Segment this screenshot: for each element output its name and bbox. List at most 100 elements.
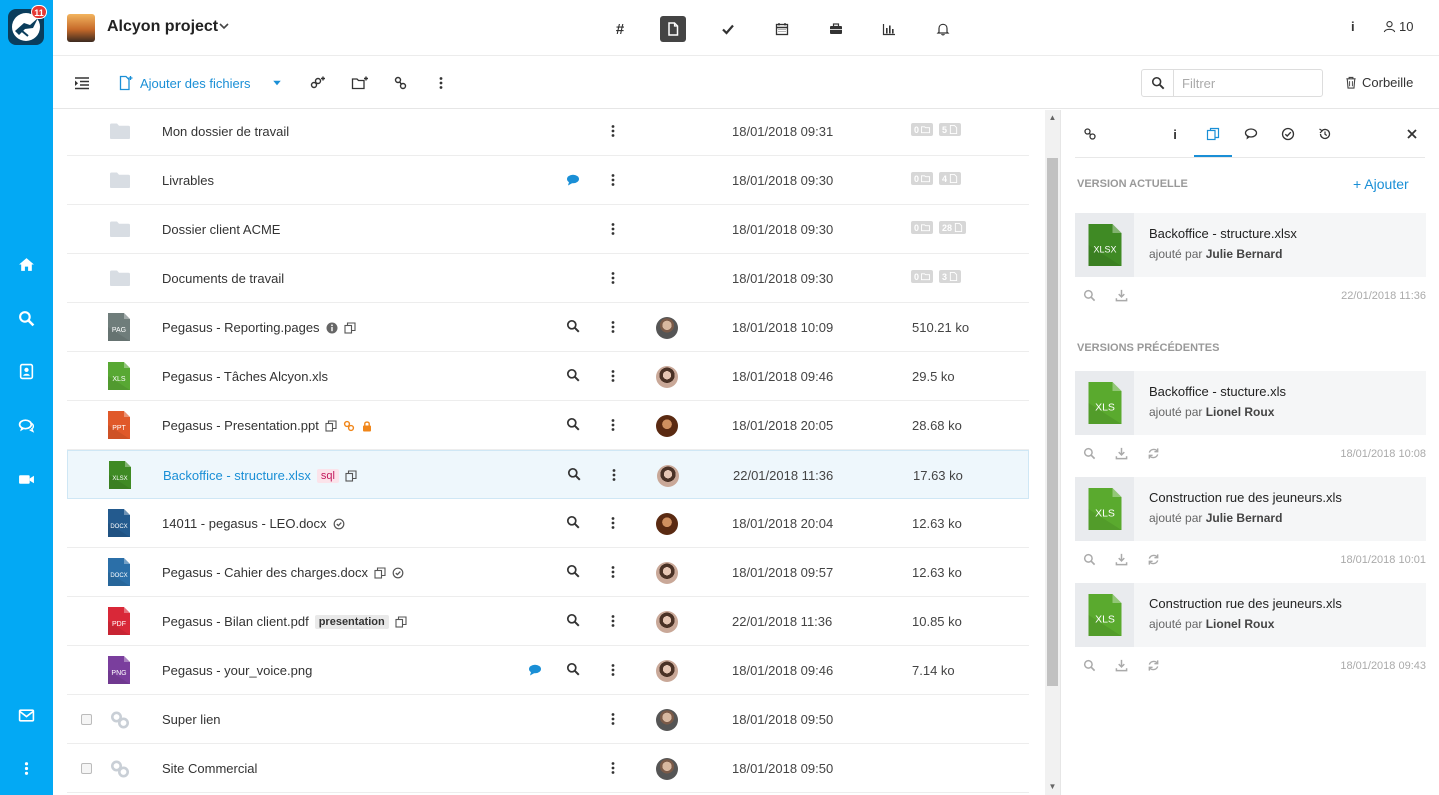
add-version-button[interactable]: + Ajouter — [1353, 176, 1409, 192]
version-file-name[interactable]: Backoffice - structure.xlsx — [1149, 226, 1297, 241]
file-name[interactable]: Livrables — [162, 173, 214, 188]
row-checkbox[interactable] — [81, 763, 92, 774]
file-row[interactable]: PAG Pegasus - Reporting.pages 18/01/2018 1… — [67, 303, 1029, 352]
row-menu-icon[interactable] — [605, 170, 621, 190]
add-files-dropdown[interactable] — [271, 73, 283, 93]
download-icon[interactable] — [1115, 553, 1129, 567]
info-circle-icon[interactable] — [326, 322, 338, 334]
versions-icon[interactable] — [374, 566, 386, 579]
file-name-text[interactable]: Pegasus - Tâches Alcyon.xls — [162, 369, 328, 384]
toggle-tree-button[interactable] — [74, 73, 90, 93]
download-icon[interactable] — [1115, 659, 1129, 673]
file-name[interactable]: Backoffice - structure.xlsx sql — [163, 468, 357, 483]
app-logo[interactable]: 11 — [8, 5, 47, 45]
file-name[interactable]: Pegasus - your_voice.png — [162, 663, 312, 678]
panel-tab-info[interactable]: i — [1165, 124, 1185, 144]
contacts-icon[interactable] — [16, 361, 36, 381]
row-menu-icon[interactable] — [605, 121, 621, 141]
preview-search-icon[interactable] — [566, 417, 582, 433]
folder-row[interactable]: Mon dossier de travail 18/01/2018 09:31 0 5 — [67, 110, 1029, 156]
download-icon[interactable] — [1115, 289, 1129, 303]
file-name-text[interactable]: Mon dossier de travail — [162, 124, 289, 139]
version-card[interactable]: XLS Construction rue des jeuneurs.xls ajou… — [1075, 477, 1426, 541]
row-menu-icon[interactable] — [605, 562, 621, 582]
unlink-button[interactable] — [393, 73, 409, 93]
versions-icon[interactable] — [325, 419, 337, 432]
tab-stats[interactable] — [876, 16, 902, 42]
file-row[interactable]: PPT Pegasus - Presentation.ppt 18/01/2018 … — [67, 401, 1029, 450]
panel-tab-approval[interactable] — [1278, 124, 1298, 144]
scroll-down-arrow-icon[interactable]: ▼ — [1048, 782, 1057, 791]
preview-search-icon[interactable] — [566, 662, 582, 678]
file-name-text[interactable]: Pegasus - Cahier des charges.docx — [162, 565, 368, 580]
preview-search-icon[interactable] — [1083, 289, 1097, 303]
file-name[interactable]: Documents de travail — [162, 271, 284, 286]
preview-search-icon[interactable] — [566, 319, 582, 335]
file-name[interactable]: Pegasus - Reporting.pages — [162, 320, 356, 335]
file-tag[interactable]: sql — [316, 468, 339, 483]
download-icon[interactable] — [1115, 447, 1129, 461]
folder-row[interactable]: Documents de travail 18/01/2018 09:30 0 3 — [67, 254, 1029, 303]
file-name-text[interactable]: Documents de travail — [162, 271, 284, 286]
row-menu-icon[interactable] — [605, 660, 621, 680]
row-menu-icon[interactable] — [605, 709, 621, 729]
file-name-text[interactable]: Dossier client ACME — [162, 222, 280, 237]
versions-icon[interactable] — [343, 321, 356, 334]
file-name-text[interactable]: Pegasus - Reporting.pages — [162, 320, 320, 335]
file-name-text[interactable]: Pegasus - your_voice.png — [162, 663, 312, 678]
panel-tab-comments[interactable] — [1241, 124, 1261, 144]
project-thumbnail[interactable] — [67, 14, 95, 42]
panel-tab-history[interactable] — [1315, 124, 1335, 144]
chevron-down-icon[interactable] — [217, 19, 231, 33]
restore-icon[interactable] — [1147, 553, 1161, 567]
file-row[interactable]: PNG Pegasus - your_voice.png 18/01/2018 09… — [67, 646, 1029, 695]
file-name[interactable]: Dossier client ACME — [162, 222, 280, 237]
panel-close-button[interactable] — [1402, 124, 1422, 144]
preview-search-icon[interactable] — [1083, 659, 1097, 673]
scrollbar-thumb[interactable] — [1047, 158, 1058, 686]
file-tag[interactable]: presentation — [314, 614, 389, 629]
file-name-text[interactable]: Backoffice - structure.xlsx — [163, 468, 311, 483]
file-name-text[interactable]: Pegasus - Bilan client.pdf — [162, 614, 309, 629]
trash-button[interactable]: Corbeille — [1345, 75, 1413, 90]
version-card[interactable]: XLS Construction rue des jeuneurs.xls ajou… — [1075, 583, 1426, 647]
chat-icon[interactable] — [16, 415, 36, 435]
row-menu-icon[interactable] — [605, 219, 621, 239]
file-name[interactable]: Mon dossier de travail — [162, 124, 289, 139]
tab-hash[interactable]: # — [607, 16, 633, 42]
panel-tab-link[interactable] — [1080, 124, 1100, 144]
comment-icon[interactable] — [528, 663, 544, 677]
row-menu-icon[interactable] — [605, 268, 621, 288]
file-name[interactable]: Super lien — [162, 712, 221, 727]
more-actions-button[interactable] — [433, 73, 449, 93]
file-name-text[interactable]: Livrables — [162, 173, 214, 188]
version-card[interactable]: XLS Backoffice - stucture.xls ajouté par L… — [1075, 371, 1426, 435]
current-version-card[interactable]: XLSX Backoffice - structure.xlsx ajouté pa… — [1075, 213, 1426, 277]
video-icon[interactable] — [16, 469, 36, 489]
mail-icon[interactable] — [16, 705, 36, 725]
panel-tab-versions[interactable] — [1203, 124, 1223, 144]
versions-icon[interactable] — [395, 615, 407, 628]
file-row[interactable]: XLS Pegasus - Tâches Alcyon.xls 18/01/2018… — [67, 352, 1029, 401]
preview-search-icon[interactable] — [566, 564, 582, 580]
project-title[interactable]: Alcyon project — [107, 18, 218, 36]
tab-notifications[interactable] — [930, 16, 956, 42]
link-row[interactable]: Site Commercial 18/01/2018 09:50 — [67, 744, 1029, 793]
version-file-name[interactable]: Backoffice - stucture.xls — [1149, 384, 1286, 399]
tab-briefcase[interactable] — [823, 16, 849, 42]
folder-row[interactable]: Dossier client ACME 18/01/2018 09:30 0 28 — [67, 205, 1029, 254]
file-name-text[interactable]: Site Commercial — [162, 761, 257, 776]
link-row[interactable]: Super lien 18/01/2018 09:50 — [67, 695, 1029, 744]
file-name[interactable]: 14011 - pegasus - LEO.docx — [162, 516, 345, 531]
info-button[interactable]: i — [1351, 19, 1355, 34]
file-name-text[interactable]: 14011 - pegasus - LEO.docx — [162, 516, 327, 531]
row-menu-icon[interactable] — [605, 611, 621, 631]
tab-files[interactable] — [660, 16, 686, 42]
file-row[interactable]: DOCX Pegasus - Cahier des charges.docx 18/… — [67, 548, 1029, 597]
preview-search-icon[interactable] — [1083, 447, 1097, 461]
scroll-up-arrow-icon[interactable]: ▲ — [1048, 113, 1057, 122]
add-link-button[interactable] — [308, 73, 328, 93]
file-name[interactable]: Pegasus - Tâches Alcyon.xls — [162, 369, 328, 384]
row-menu-icon[interactable] — [605, 366, 621, 386]
preview-search-icon[interactable] — [566, 515, 582, 531]
